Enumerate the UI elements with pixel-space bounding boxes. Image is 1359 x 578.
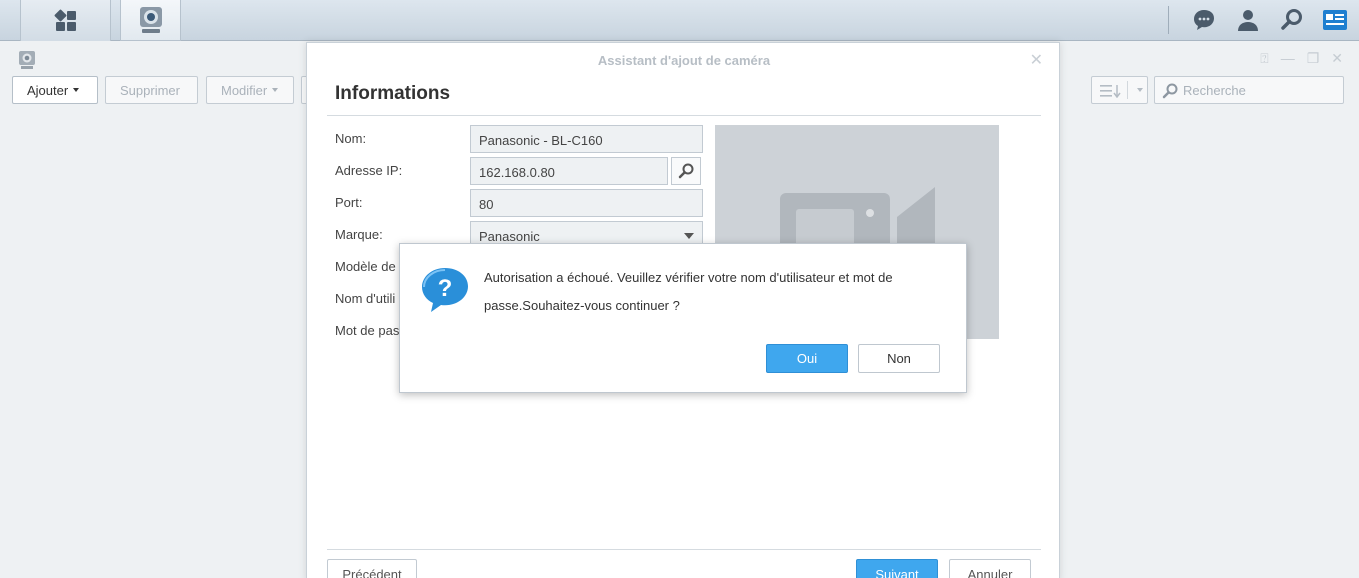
dialog-message-line1: Autorisation a échoué. Veuillez vérifier… — [484, 270, 893, 285]
ip-label: Adresse IP: — [335, 163, 403, 178]
delete-button[interactable]: Supprimer — [105, 76, 198, 104]
divider — [327, 115, 1041, 116]
ip-search-button[interactable] — [671, 157, 701, 185]
taskbar — [0, 0, 1359, 41]
search-placeholder: Recherche — [1183, 83, 1246, 98]
password-label: Mot de pas — [335, 323, 400, 338]
chevron-down-icon — [272, 88, 279, 92]
name-field[interactable]: Panasonic - BL-C160 — [470, 125, 703, 153]
add-button[interactable]: Ajouter — [12, 76, 98, 104]
search-icon — [678, 163, 694, 179]
surveillance-camera-icon — [19, 51, 35, 69]
search-button[interactable] — [1278, 6, 1306, 34]
username-label: Nom d'utili — [335, 291, 396, 306]
next-button[interactable]: Suivant — [856, 559, 938, 578]
model-label: Modèle de — [335, 259, 396, 274]
maximize-icon[interactable]: ❐ — [1307, 50, 1320, 67]
user-button[interactable] — [1234, 6, 1262, 34]
grid-icon — [54, 9, 76, 31]
search-input[interactable]: Recherche — [1154, 76, 1344, 104]
notifications-button[interactable] — [1190, 6, 1218, 34]
delete-button-label: Supprimer — [120, 82, 180, 98]
yes-button[interactable]: Oui — [766, 344, 848, 373]
add-button-label: Ajouter — [27, 82, 69, 98]
previous-button[interactable]: Précédent — [327, 559, 417, 578]
brand-label: Marque: — [335, 227, 383, 242]
help-icon[interactable]: ⍰ — [1260, 50, 1268, 67]
divider — [1127, 81, 1128, 99]
port-field[interactable]: 80 — [470, 189, 703, 217]
chat-icon — [1194, 10, 1214, 30]
widgets-button[interactable] — [1321, 6, 1349, 34]
cancel-button[interactable]: Annuler — [949, 559, 1031, 578]
surveillance-camera-icon — [139, 7, 162, 33]
camera-dot — [866, 209, 874, 217]
view-mode-button[interactable] — [1091, 76, 1148, 104]
chevron-down-icon — [73, 88, 80, 92]
dialog-message-line2: passe.Souhaitez-vous continuer ? — [484, 298, 680, 313]
brand-value: Panasonic — [479, 229, 540, 244]
search-icon — [1281, 9, 1302, 30]
auth-failed-dialog: ? Autorisation a échoué. Veuillez vérifi… — [399, 243, 967, 393]
dialog-message: Autorisation a échoué. Veuillez vérifier… — [484, 264, 944, 320]
close-icon[interactable]: ✕ — [1331, 50, 1343, 67]
window-controls: ⍰ — ❐ ✕ — [1260, 50, 1343, 67]
svg-text:?: ? — [438, 275, 453, 302]
main-menu-button[interactable] — [20, 0, 111, 41]
user-icon — [1238, 10, 1258, 31]
search-icon — [1162, 83, 1178, 99]
name-label: Nom: — [335, 131, 367, 146]
question-icon: ? — [422, 268, 468, 312]
widgets-icon — [1323, 10, 1347, 30]
section-title: Informations — [335, 83, 451, 104]
wizard-title: Assistant d'ajout de caméra — [597, 53, 771, 68]
minimize-icon[interactable]: — — [1281, 50, 1295, 67]
ip-field[interactable]: 162.168.0.80 — [470, 157, 668, 185]
edit-button[interactable]: Modifier — [206, 76, 294, 104]
edit-button-label: Modifier — [221, 82, 268, 98]
surveillance-station-taskbar-button[interactable] — [120, 0, 181, 41]
chevron-down-icon — [684, 233, 694, 239]
close-icon[interactable]: ✕ — [1030, 50, 1043, 70]
list-sort-icon — [1100, 85, 1121, 98]
divider — [327, 549, 1041, 550]
no-button[interactable]: Non — [858, 344, 940, 373]
port-label: Port: — [335, 195, 363, 210]
chevron-down-icon[interactable] — [1137, 88, 1143, 92]
taskbar-separator — [1168, 6, 1169, 34]
